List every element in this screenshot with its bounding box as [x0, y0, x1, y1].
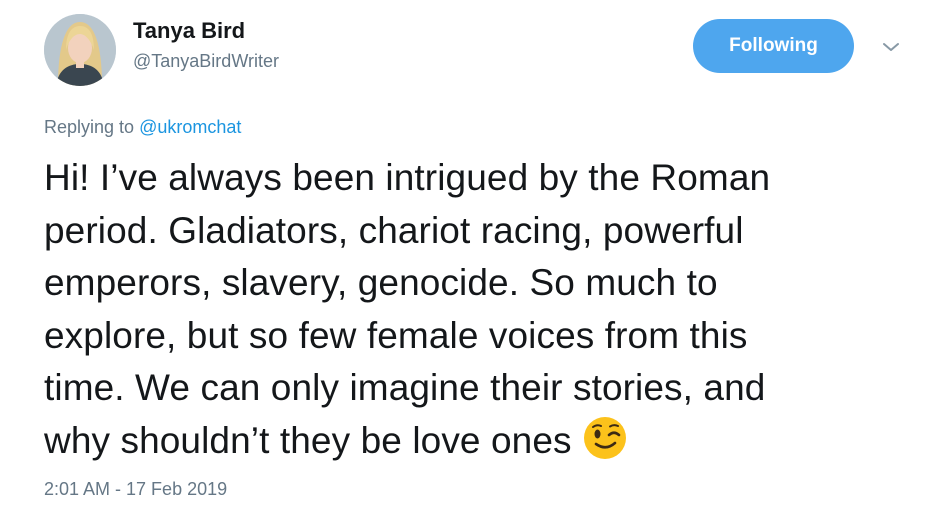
- avatar[interactable]: [44, 14, 116, 86]
- tweet-text: Hi! I’ve always been intrigued by the Ro…: [44, 152, 924, 467]
- reply-prefix: Replying to: [44, 117, 140, 137]
- avatar-photo-icon: [44, 14, 116, 86]
- tweet-timestamp[interactable]: 2:01 AM - 17 Feb 2019: [44, 478, 227, 500]
- tweet-text-line: Hi! I’ve always been intrigued by the Ro…: [44, 157, 771, 198]
- winking-face-icon: [583, 416, 626, 459]
- tweet-text-line: time. We can only imagine their stories,…: [44, 367, 766, 408]
- tweet-card: Tanya Bird @TanyaBirdWriter Following Re…: [0, 0, 939, 514]
- chevron-down-icon: [883, 43, 899, 51]
- tweet-text-line: why shouldn’t they be love ones: [44, 419, 572, 461]
- reply-mention-link[interactable]: @ukromchat: [139, 117, 241, 137]
- tweet-menu-button[interactable]: [880, 36, 902, 58]
- following-button[interactable]: Following: [693, 19, 854, 73]
- tweet-text-line: explore, but so few female voices from t…: [44, 314, 748, 356]
- tweet-text-line: emperors, slavery, genocide. So much to: [44, 262, 718, 303]
- author-name[interactable]: Tanya Bird: [133, 18, 245, 44]
- tweet-text-last-line: why shouldn’t they be love ones: [44, 415, 924, 468]
- tweet-text-line: period. Gladiators, chariot racing, powe…: [44, 209, 744, 251]
- author-handle[interactable]: @TanyaBirdWriter: [133, 50, 279, 72]
- reply-context: Replying to @ukromchat: [44, 116, 241, 138]
